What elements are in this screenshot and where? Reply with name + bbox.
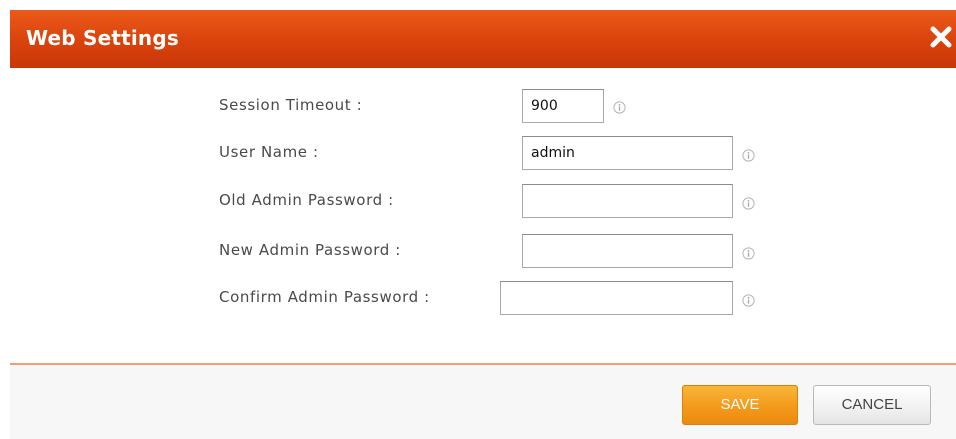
user-name-label: User Name :: [219, 143, 319, 161]
old-admin-password-input[interactable]: [522, 184, 733, 218]
new-admin-password-label: New Admin Password :: [219, 241, 401, 259]
old-admin-password-label: Old Admin Password :: [219, 191, 394, 209]
info-icon[interactable]: [742, 292, 755, 307]
confirm-admin-password-label: Confirm Admin Password :: [219, 288, 430, 306]
session-timeout-input[interactable]: [522, 89, 604, 123]
web-settings-dialog: Web Settings Session Timeout : User Name…: [10, 10, 956, 439]
new-admin-password-row: New Admin Password :: [10, 234, 956, 268]
session-timeout-label: Session Timeout :: [219, 96, 363, 114]
cancel-button[interactable]: CANCEL: [813, 385, 931, 425]
confirm-admin-password-input[interactable]: [500, 281, 733, 315]
session-timeout-row: Session Timeout :: [10, 89, 956, 123]
dialog-title: Web Settings: [26, 26, 179, 50]
save-button[interactable]: SAVE: [682, 385, 798, 425]
old-admin-password-row: Old Admin Password :: [10, 184, 956, 218]
info-icon[interactable]: [742, 147, 755, 162]
new-admin-password-input[interactable]: [522, 234, 733, 268]
user-name-row: User Name :: [10, 136, 956, 170]
close-icon[interactable]: [926, 22, 956, 52]
info-icon[interactable]: [742, 245, 755, 260]
info-icon[interactable]: [613, 99, 626, 114]
info-icon[interactable]: [742, 195, 755, 210]
confirm-admin-password-row: Confirm Admin Password :: [10, 281, 956, 315]
dialog-titlebar: Web Settings: [10, 10, 956, 68]
user-name-input[interactable]: [522, 136, 733, 170]
